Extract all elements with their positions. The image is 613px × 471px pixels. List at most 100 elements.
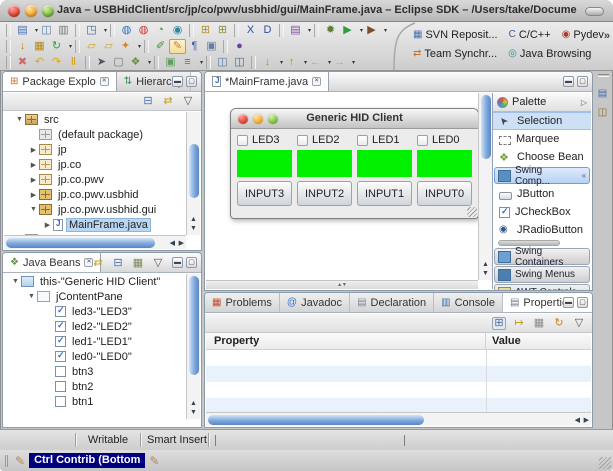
open-resource-icon[interactable]: ▱ [100, 39, 117, 54]
toolbar-overflow-chevron[interactable]: » [604, 30, 610, 42]
checkbox-icon[interactable] [297, 135, 308, 146]
tree-item[interactable]: led2-"LED2" [4, 319, 186, 334]
customize-bean-icon[interactable]: ▦ [131, 257, 145, 270]
fast-view-icon-1[interactable]: ▤ [596, 87, 609, 100]
new-window-icon[interactable]: ⊞ [197, 23, 214, 38]
forward-icon[interactable]: → [331, 55, 348, 70]
show-text-icon[interactable]: ¶ [186, 39, 203, 54]
editor-tab-mainframe[interactable]: *MainFrame.java [205, 72, 329, 91]
collapse-icon[interactable] [582, 171, 586, 180]
list-view-icon[interactable]: ≡ [179, 55, 196, 70]
led-panel[interactable] [357, 150, 412, 177]
tree-item[interactable]: ▶jp [4, 142, 186, 157]
properties-table-body[interactable] [206, 350, 591, 413]
horizontal-scrollbar[interactable]: ◀ ▶ [206, 412, 591, 426]
maximize-view-icon[interactable] [577, 297, 588, 308]
expand-arrow-icon[interactable]: ▼ [10, 278, 21, 285]
schedule-icon[interactable]: ◔ [152, 23, 169, 38]
tree-item[interactable]: ▼this-"Generic HID Client" [4, 274, 186, 289]
tree-item[interactable]: ▶jp.co.pwv.usbhid [4, 187, 186, 202]
checkbox-icon[interactable] [237, 135, 248, 146]
package-crate-icon[interactable]: ▦ [31, 39, 48, 54]
scrollbar-thumb[interactable] [481, 95, 491, 159]
source-graph-splitter[interactable] [206, 280, 478, 289]
view-menu-icon[interactable]: ▽ [151, 257, 165, 270]
tab-declaration[interactable]: ▤Declaration [350, 293, 434, 312]
palette-category-swing-containers[interactable]: Swing Containers [494, 248, 590, 265]
close-icon[interactable] [312, 77, 321, 86]
expand-arrow-icon[interactable]: ▶ [28, 161, 39, 169]
server-icon[interactable]: ◍ [135, 23, 152, 38]
flashlight-icon[interactable]: ✦ [117, 39, 134, 54]
tree-item[interactable]: led3-"LED3" [4, 304, 186, 319]
web-browser-icon[interactable]: ◍ [118, 23, 135, 38]
delete-icon[interactable]: ✖ [14, 55, 31, 70]
pause-icon[interactable]: Ⅱ [65, 55, 82, 70]
checkbox-icon[interactable] [357, 135, 368, 146]
expand-arrow-icon[interactable]: ▼ [26, 293, 37, 300]
view-menu-icon[interactable]: ▽ [572, 317, 586, 330]
resize-grip-icon[interactable] [467, 207, 477, 217]
visual-editor-canvas[interactable]: Generic HID Client LED3LED2LED1LED0 INPU… [206, 93, 478, 280]
print-icon[interactable]: ▥ [55, 23, 72, 38]
led-checkbox[interactable]: LED1 [357, 134, 412, 146]
input-button[interactable]: INPUT3 [237, 181, 292, 206]
palette-item-jbutton[interactable]: JButton [493, 185, 591, 203]
link-with-editor-icon[interactable]: ⇄ [161, 95, 175, 108]
collapse-all-icon[interactable]: ⊟ [111, 257, 125, 270]
java-application-icon[interactable]: ◳ [83, 23, 100, 38]
palette-category-awt-controls[interactable]: AWT Controls [494, 284, 590, 291]
drag-handle-icon[interactable] [5, 455, 8, 467]
scroll-down-icon[interactable]: ▼ [482, 270, 489, 277]
minimize-view-icon[interactable] [172, 76, 183, 87]
designed-frame[interactable]: Generic HID Client LED3LED2LED1LED0 INPU… [230, 108, 479, 219]
minimize-view-icon[interactable] [563, 297, 574, 308]
palette-tool-choose-bean[interactable]: Choose Bean [493, 148, 591, 166]
sphere-icon[interactable]: ● [231, 39, 248, 54]
tree-item[interactable]: ▶MainFrame.java [4, 217, 186, 232]
table-row[interactable] [206, 382, 591, 398]
new-wizard-icon[interactable]: ▤ [14, 23, 31, 38]
scroll-right-icon[interactable]: ▶ [179, 240, 184, 247]
scroll-up-icon[interactable]: ▲ [190, 216, 197, 223]
team-sync-perspective[interactable]: ⇄Team Synchr... [413, 48, 497, 60]
refresh-icon[interactable]: ↻ [48, 39, 65, 54]
led-panel[interactable] [417, 150, 472, 177]
tree-item[interactable]: ▼src [4, 112, 186, 127]
vertical-scrollbar[interactable]: ▲ ▼ [186, 112, 200, 235]
image-icon[interactable]: ▣ [162, 55, 179, 70]
palette-tool-selection[interactable]: Selection [493, 112, 591, 130]
new-editor-icon[interactable]: ⊞ [214, 23, 231, 38]
input-button[interactable]: INPUT2 [297, 181, 352, 206]
choose-bean-icon[interactable]: ❖ [127, 55, 144, 70]
undo-icon[interactable]: ↶ [31, 55, 48, 70]
tree-item[interactable]: ▼jContentPane [4, 289, 186, 304]
palette-category-swing-menus[interactable]: Swing Menus [494, 266, 590, 283]
save-icon[interactable]: ◫ [38, 23, 55, 38]
led-checkbox[interactable]: LED2 [297, 134, 352, 146]
minimize-view-icon[interactable] [563, 76, 574, 87]
palette-category-swing-components[interactable]: Swing Comp... [494, 167, 590, 184]
tab-problems[interactable]: ▦Problems [205, 293, 280, 312]
tree-item[interactable]: ▶jp.co.pwv [4, 172, 186, 187]
vertical-scrollbar[interactable]: ▲ ▼ [186, 274, 200, 419]
scrollbar-thumb[interactable] [6, 238, 155, 248]
expand-arrow-icon[interactable]: ▶ [28, 191, 39, 199]
scroll-left-icon[interactable]: ◀ [170, 240, 175, 247]
input-button[interactable]: INPUT1 [357, 181, 412, 206]
window-resize-grip-icon[interactable] [599, 457, 611, 469]
fast-view-icon-2[interactable]: ◫ [596, 106, 609, 119]
paintbrush-icon[interactable]: ✎ [169, 39, 186, 54]
led-checkbox[interactable]: LED0 [417, 134, 472, 146]
run-icon[interactable]: ▶ [339, 23, 356, 38]
designed-frame-titlebar[interactable]: Generic HID Client [231, 109, 478, 129]
expand-arrow-icon[interactable]: ▶ [28, 146, 39, 154]
tree-item[interactable]: ▼jp.co.pwv.usbhid.gui [4, 202, 186, 217]
run-external-icon[interactable]: ▶ [363, 23, 380, 38]
tab-javadoc[interactable]: @Javadoc [280, 293, 350, 312]
tree-item[interactable]: ▶jp.co [4, 157, 186, 172]
tab-package-explorer[interactable]: ⊞Package Explo [3, 72, 117, 91]
link-with-editor-icon[interactable]: ⇄ [91, 257, 105, 270]
horizontal-scrollbar[interactable]: ◀ ▶ [4, 235, 186, 249]
tree-item[interactable]: led0-"LED0" [4, 349, 186, 364]
